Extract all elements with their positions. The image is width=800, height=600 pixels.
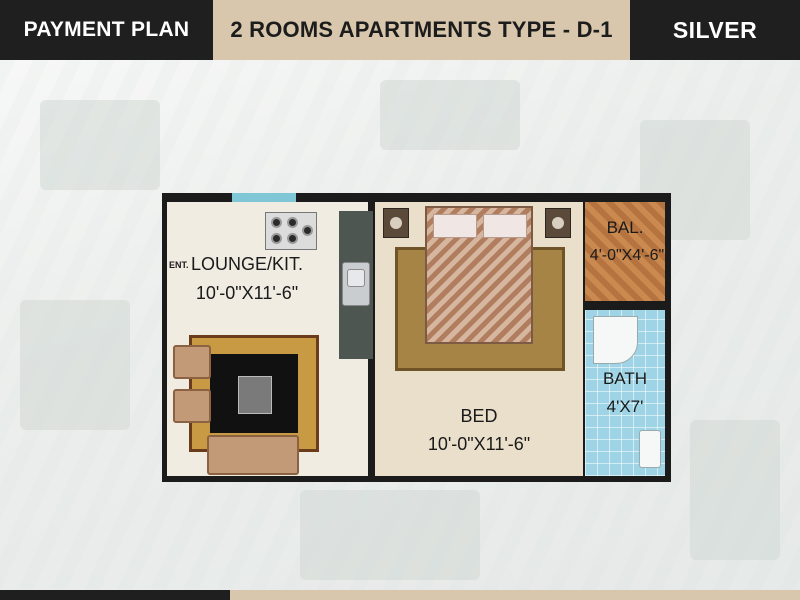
- tier-label: SILVER: [630, 0, 800, 60]
- balcony-name-label: BAL.: [606, 218, 644, 237]
- stove-icon: [265, 212, 317, 250]
- bed-size-label: 10'-0"X11'-6": [427, 434, 531, 454]
- pillow-icon: [483, 214, 527, 238]
- window: [232, 193, 296, 202]
- pillow-icon: [433, 214, 477, 238]
- bathroom-room: BATH 4'X7': [585, 310, 665, 476]
- header-bar: PAYMENT PLAN 2 ROOMS APARTMENTS TYPE - D…: [0, 0, 800, 60]
- toilet-icon: [639, 430, 661, 468]
- balcony-room: BAL. 4'-0"X4'-6": [585, 202, 665, 301]
- nightstand-icon: [545, 208, 571, 238]
- armchair-icon: [173, 389, 211, 423]
- armchair-icon: [173, 345, 211, 379]
- background-building: [380, 80, 520, 150]
- bed-icon: [425, 206, 533, 344]
- shower-icon: [593, 316, 638, 364]
- background-building: [300, 490, 480, 580]
- sink-icon: [342, 262, 370, 306]
- coffee-table-icon: [238, 376, 272, 414]
- apartment-type-title: 2 ROOMS APARTMENTS TYPE - D-1: [213, 0, 630, 60]
- bed-name-label: BED: [460, 406, 498, 426]
- lounge-size-label: 10'-0"X11'-6": [195, 283, 299, 303]
- payment-plan-title: PAYMENT PLAN: [0, 0, 213, 60]
- balcony-size-label: 4'-0"X4'-6": [589, 247, 665, 264]
- sofa-icon: [207, 435, 299, 475]
- bath-size-label: 4'X7': [606, 397, 644, 416]
- background-building: [40, 100, 160, 190]
- bath-name-label: BATH: [602, 369, 648, 388]
- bedroom-room: BED 10'-0"X11'-6": [375, 202, 583, 476]
- nightstand-icon: [383, 208, 409, 238]
- footer-bar-dark: [0, 590, 230, 600]
- floor-plan: ENT. LOUNGE/KIT. 10'-0"X11'-6" BED 10'-0…: [162, 193, 671, 482]
- lounge-kitchen-room: ENT. LOUNGE/KIT. 10'-0"X11'-6": [167, 202, 373, 476]
- footer-bar-beige: [230, 590, 800, 600]
- background-building: [690, 420, 780, 560]
- background-building: [20, 300, 130, 430]
- lounge-name-label: LOUNGE/KIT.: [190, 254, 304, 274]
